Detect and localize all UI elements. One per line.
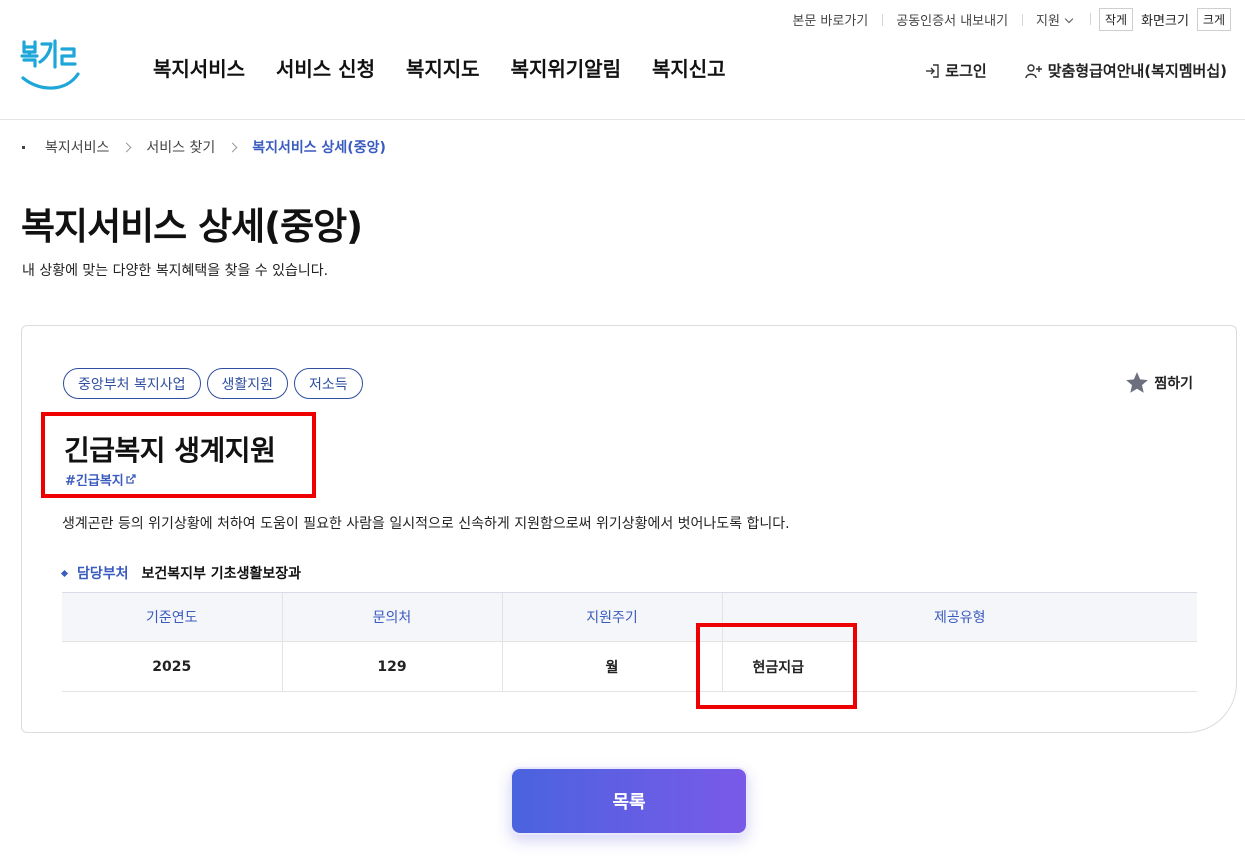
font-size-label: 화면크기 — [1141, 13, 1189, 29]
service-detail-card: 중앙부처 복지사업 생활지원 저소득 찜하기 긴급복지 생계지원 #긴급복지 생… — [21, 325, 1237, 733]
department-row: 담당부처 보건복지부 기초생활보장과 — [60, 563, 301, 583]
login-icon — [926, 63, 939, 78]
tag-central-welfare[interactable]: 중앙부처 복지사업 — [63, 368, 201, 399]
header-actions: 로그인 맞춤형급여안내(복지멤버십) — [924, 60, 1227, 81]
header-base-year: 기준연도 — [62, 592, 282, 642]
header-divider — [0, 119, 1245, 120]
main-nav: 복지서비스 서비스 신청 복지지도 복지위기알림 복지신고 — [153, 53, 726, 82]
home-bullet-icon — [22, 145, 25, 149]
cert-export-link[interactable]: 공동인증서 내보내기 — [882, 10, 1022, 29]
service-title: 긴급복지 생계지원 — [64, 434, 276, 467]
login-label: 로그인 — [945, 62, 987, 80]
header-provision-type: 제공유형 — [721, 592, 1197, 642]
divider — [1089, 13, 1091, 25]
nav-item-service-apply[interactable]: 서비스 신청 — [276, 53, 375, 82]
user-add-icon — [1024, 63, 1042, 78]
page-title: 복지서비스 상세(중앙) — [21, 205, 363, 248]
service-hashtag: #긴급복지 — [65, 473, 124, 487]
list-button[interactable]: 목록 — [510, 767, 748, 835]
service-description: 생계곤란 등의 위기상황에 처하여 도움이 필요한 사람을 일시적으로 신속하게… — [62, 516, 790, 532]
favorite-button[interactable]: 찜하기 — [1124, 370, 1193, 396]
tag-low-income[interactable]: 저소득 — [294, 368, 363, 399]
nav-item-welfare-service[interactable]: 복지서비스 — [153, 53, 245, 82]
cell-contact: 129 — [281, 641, 502, 692]
table-header-row: 기준연도 문의처 지원주기 제공유형 — [62, 592, 1197, 642]
service-hashtag-link[interactable]: #긴급복지 — [65, 472, 136, 486]
support-label: 지원 — [1036, 13, 1060, 29]
page-subtitle: 내 상황에 맞는 다양한 복지혜택을 찾을 수 있습니다. — [22, 263, 329, 279]
nav-item-welfare-report[interactable]: 복지신고 — [652, 53, 726, 82]
logo[interactable] — [20, 38, 84, 92]
favorite-label: 찜하기 — [1154, 376, 1193, 392]
table-row: 2025 129 월 현금지급 — [62, 641, 1197, 692]
external-link-icon — [126, 474, 136, 484]
font-small-button[interactable]: 작게 — [1098, 7, 1134, 31]
chevron-right-icon — [227, 142, 238, 152]
cell-provision-type: 현금지급 — [721, 641, 1197, 692]
cell-base-year: 2025 — [62, 641, 282, 692]
star-icon — [1126, 372, 1149, 393]
logo-icon — [20, 39, 80, 90]
service-info-table: 기준연도 문의처 지원주기 제공유형 2025 129 월 현금지급 — [62, 592, 1197, 692]
membership-link[interactable]: 맞춤형급여안내(복지멤버십) — [1024, 60, 1227, 81]
service-tags: 중앙부처 복지사업 생활지원 저소득 — [63, 368, 363, 399]
breadcrumb: 복지서비스 서비스 찾기 복지서비스 상세(중앙) — [22, 137, 386, 157]
diamond-bullet-icon — [60, 569, 69, 577]
chevron-down-icon — [1064, 14, 1074, 23]
breadcrumb-item-current: 복지서비스 상세(중앙) — [252, 140, 386, 156]
nav-item-crisis-alert[interactable]: 복지위기알림 — [511, 53, 621, 82]
chevron-right-icon — [121, 142, 132, 152]
tag-living-support[interactable]: 생활지원 — [206, 368, 289, 399]
breadcrumb-item-find-service[interactable]: 서비스 찾기 — [146, 137, 215, 157]
header-contact: 문의처 — [281, 592, 502, 642]
membership-label: 맞춤형급여안내(복지멤버십) — [1047, 62, 1227, 80]
department-value: 보건복지부 기초생활보장과 — [141, 566, 301, 582]
login-link[interactable]: 로그인 — [924, 60, 987, 81]
header-support-cycle: 지원주기 — [501, 592, 722, 642]
utility-bar: 본문 바로가기 공동인증서 내보내기 지원 작게 화면크기 크게 — [778, 7, 1235, 31]
department-label: 담당부처 — [77, 566, 129, 582]
nav-item-welfare-map[interactable]: 복지지도 — [406, 53, 480, 82]
skip-to-content-link[interactable]: 본문 바로가기 — [778, 10, 882, 29]
font-large-button[interactable]: 크게 — [1196, 7, 1231, 31]
breadcrumb-item-welfare-service[interactable]: 복지서비스 — [45, 137, 109, 157]
support-dropdown[interactable]: 지원 — [1022, 10, 1086, 29]
cell-support-cycle: 월 — [501, 641, 722, 692]
